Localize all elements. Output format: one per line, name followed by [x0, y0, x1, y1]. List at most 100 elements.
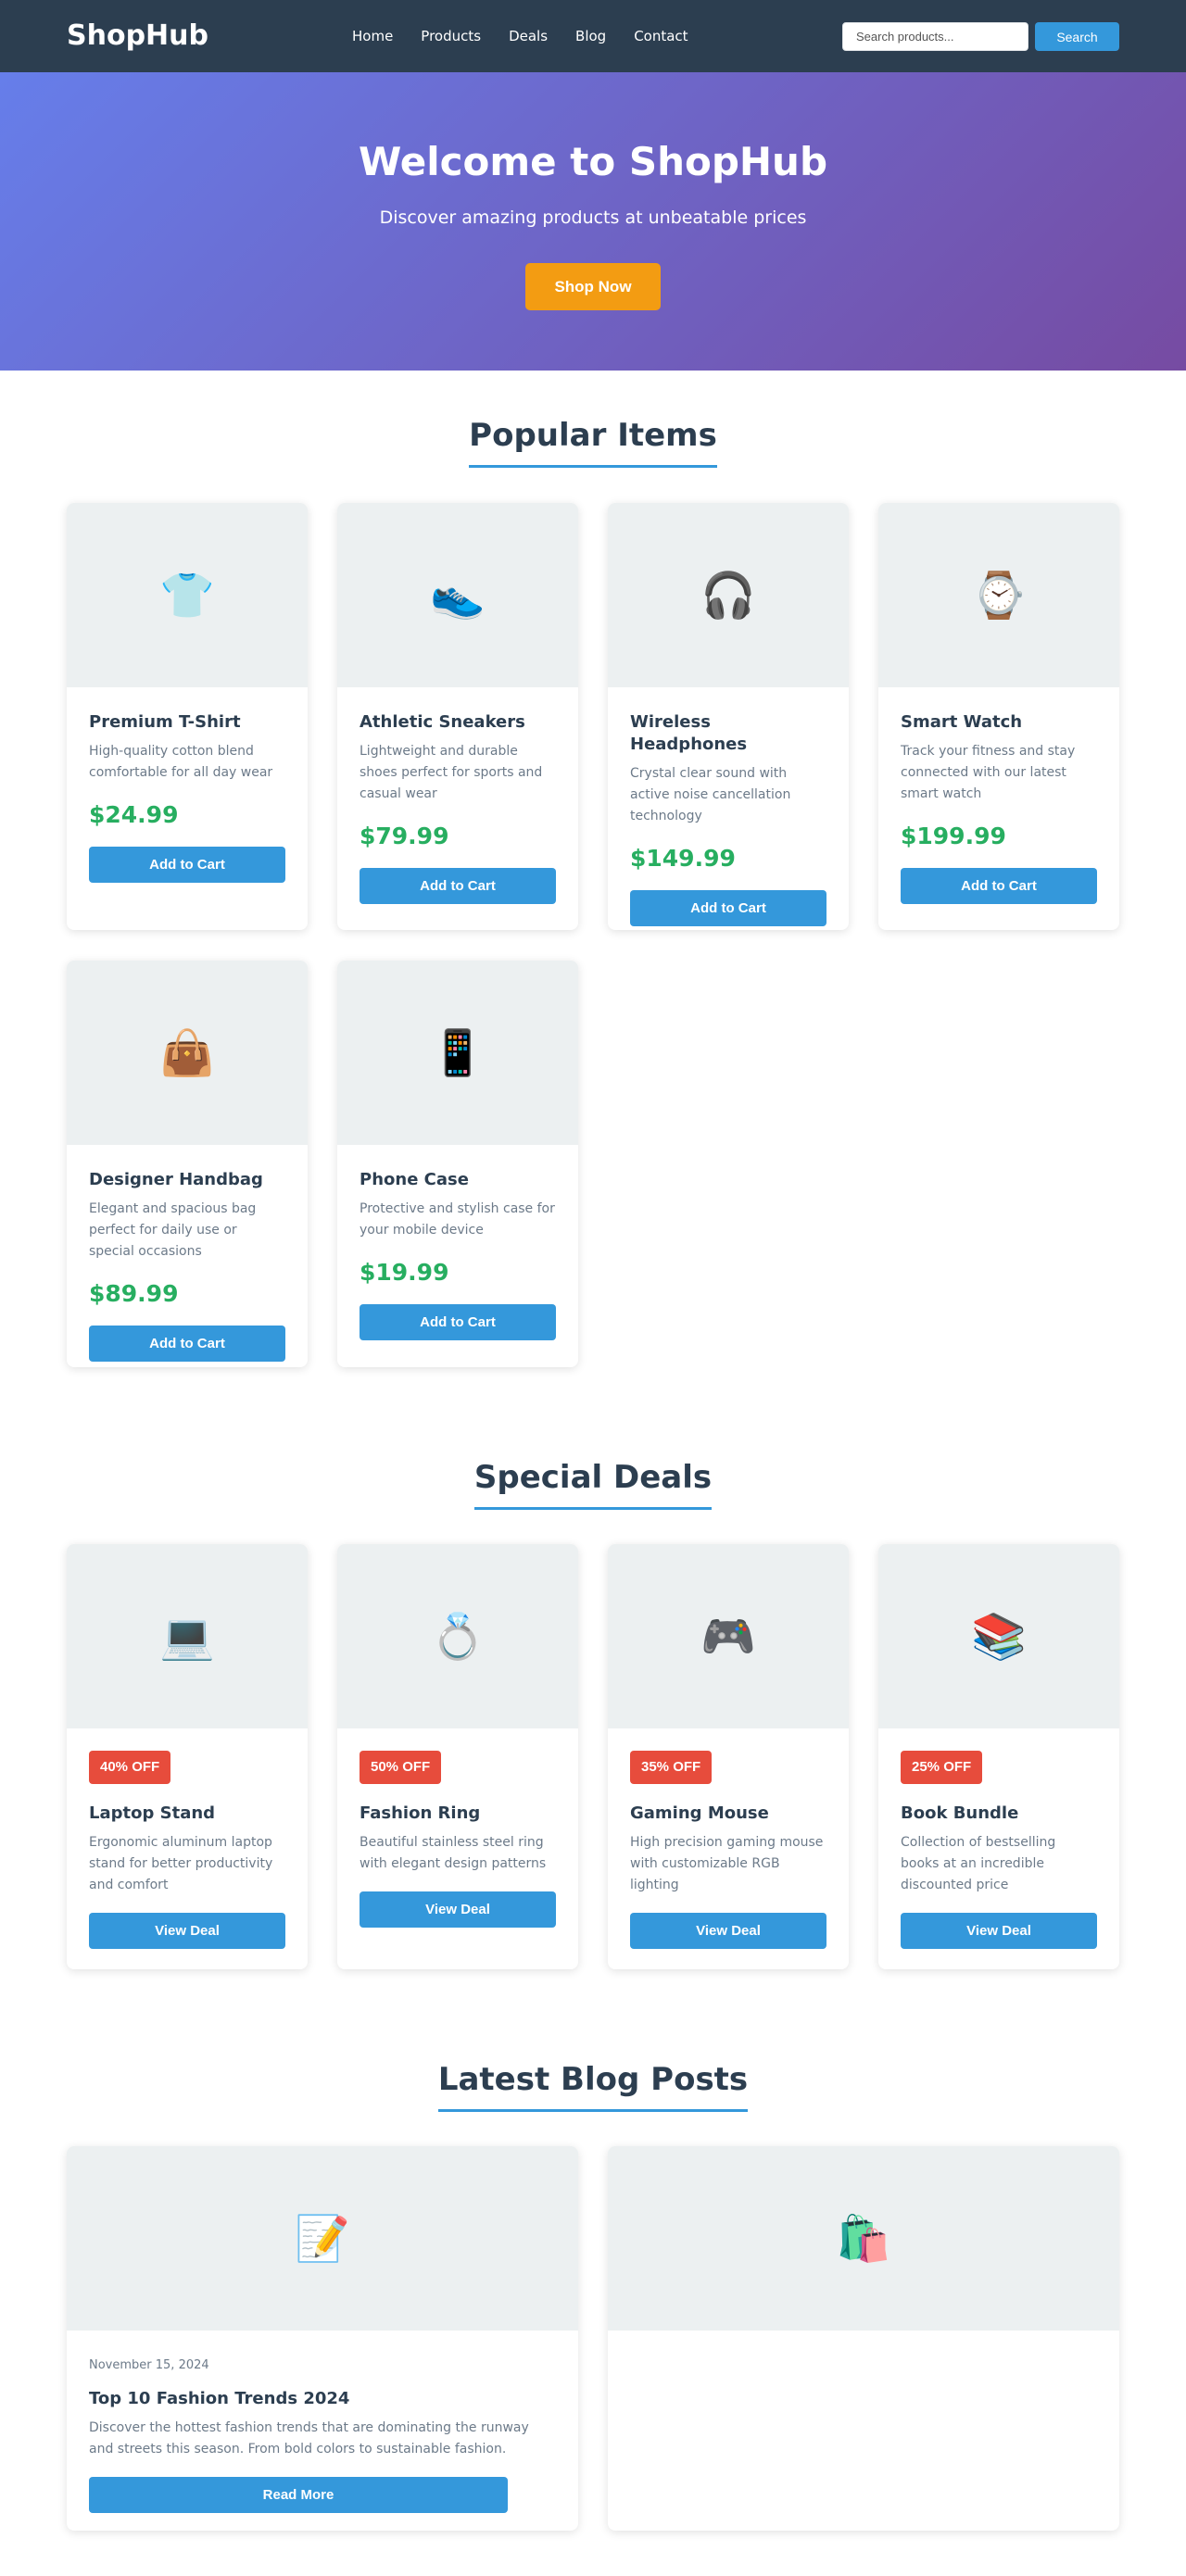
product-price: $19.99: [360, 1259, 449, 1286]
blog-image: 📝: [67, 2146, 578, 2331]
discount-badge: 35% OFF: [630, 1751, 713, 1784]
deal-card: 📚 25% OFF Book Bundle Collection of best…: [878, 1544, 1119, 1969]
view-deal-button[interactable]: View Deal: [89, 1913, 285, 1949]
product-card: 🎧 Wireless Headphones Crystal clear soun…: [608, 503, 849, 930]
deal-description: Beautiful stainless steel ring with eleg…: [360, 1835, 547, 1871]
gamepad-icon: 🎮: [700, 1611, 756, 1663]
site-header: ShopHub Home Products Deals Blog Contact…: [0, 0, 1186, 72]
popular-heading: Popular Items: [469, 415, 717, 468]
blog-post-card: 🛍️: [608, 2146, 1119, 2531]
deal-description: Collection of bestselling books at an in…: [901, 1835, 1056, 1892]
deal-description: High precision gaming mouse with customi…: [630, 1835, 824, 1892]
add-to-cart-button[interactable]: Add to Cart: [630, 890, 826, 926]
deal-card: 💻 40% OFF Laptop Stand Ergonomic aluminu…: [67, 1544, 308, 1969]
add-to-cart-button[interactable]: Add to Cart: [901, 868, 1097, 904]
product-card: 👕 Premium T-Shirt High-quality cotton bl…: [67, 503, 308, 930]
hero-subtitle: Discover amazing products at unbeatable …: [379, 207, 807, 228]
deal-description: Ergonomic aluminum laptop stand for bett…: [89, 1835, 273, 1892]
deals-heading: Special Deals: [473, 1457, 713, 1510]
blog-heading: Latest Blog Posts: [437, 2059, 749, 2112]
product-name: Designer Handbag: [89, 1170, 263, 1189]
product-description: High-quality cotton blend comfortable fo…: [89, 744, 273, 780]
product-price: $89.99: [89, 1280, 179, 1307]
deal-card: 💍 50% OFF Fashion Ring Beautiful stainle…: [337, 1544, 578, 1969]
nav-home[interactable]: Home: [352, 27, 393, 45]
blog-post-card: 📝 November 15, 2024 Top 10 Fashion Trend…: [67, 2146, 578, 2531]
product-image: 👕: [67, 503, 308, 687]
product-description: Elegant and spacious bag perfect for dai…: [89, 1201, 257, 1259]
watch-icon: ⌚: [971, 570, 1027, 622]
deal-name: Gaming Mouse: [630, 1803, 769, 1823]
product-description: Crystal clear sound with active noise ca…: [630, 766, 791, 823]
discount-badge: 40% OFF: [89, 1751, 171, 1784]
site-logo[interactable]: ShopHub: [67, 19, 208, 54]
nav-products[interactable]: Products: [421, 27, 481, 45]
product-image: 🎧: [608, 503, 849, 687]
product-price: $149.99: [630, 845, 736, 872]
product-description: Protective and stylish case for your mob…: [360, 1201, 555, 1238]
product-price: $79.99: [360, 823, 449, 849]
deal-name: Laptop Stand: [89, 1803, 216, 1823]
product-price: $199.99: [901, 823, 1006, 849]
add-to-cart-button[interactable]: Add to Cart: [89, 1326, 285, 1362]
handbag-icon: 👜: [159, 1027, 215, 1079]
product-description: Lightweight and durable shoes perfect fo…: [360, 744, 543, 801]
product-card: 📱 Phone Case Protective and stylish case…: [337, 961, 578, 1367]
t-shirt-icon: 👕: [159, 570, 215, 622]
product-image: ⌚: [878, 503, 1119, 687]
phone-icon: 📱: [430, 1027, 486, 1079]
product-image: 👜: [67, 961, 308, 1145]
laptop-icon: 💻: [159, 1611, 215, 1663]
hero-title: Welcome to ShopHub: [358, 139, 828, 184]
product-price: $24.99: [89, 801, 179, 828]
deal-image: 💍: [337, 1544, 578, 1728]
nav-blog[interactable]: Blog: [575, 27, 606, 45]
view-deal-button[interactable]: View Deal: [630, 1913, 826, 1949]
product-name: Wireless Headphones: [630, 712, 748, 754]
product-description: Track your fitness and stay connected wi…: [901, 744, 1076, 801]
search-button[interactable]: Search: [1035, 22, 1119, 51]
deal-name: Book Bundle: [901, 1803, 1019, 1823]
nav-deals[interactable]: Deals: [509, 27, 548, 45]
deal-image: 📚: [878, 1544, 1119, 1728]
product-name: Phone Case: [360, 1170, 469, 1189]
popular-section-title: Popular Items: [0, 415, 1186, 468]
discount-badge: 25% OFF: [901, 1751, 983, 1784]
blog-date: November 15, 2024: [89, 2358, 209, 2372]
product-image: 📱: [337, 961, 578, 1145]
discount-badge: 50% OFF: [360, 1751, 442, 1784]
product-name: Premium T-Shirt: [89, 712, 241, 732]
blog-image: 🛍️: [608, 2146, 1119, 2331]
nav-contact[interactable]: Contact: [634, 27, 688, 45]
hero-banner: Welcome to ShopHub Discover amazing prod…: [0, 72, 1186, 371]
sneaker-icon: 👟: [430, 570, 486, 622]
product-image: 👟: [337, 503, 578, 687]
read-more-button[interactable]: Read More: [89, 2477, 508, 2513]
product-name: Athletic Sneakers: [360, 712, 525, 732]
books-icon: 📚: [971, 1611, 1027, 1663]
add-to-cart-button[interactable]: Add to Cart: [89, 847, 285, 883]
deals-section-title: Special Deals: [0, 1457, 1186, 1510]
shop-now-button[interactable]: Shop Now: [525, 263, 661, 310]
deal-image: 🎮: [608, 1544, 849, 1728]
deal-card: 🎮 35% OFF Gaming Mouse High precision ga…: [608, 1544, 849, 1969]
view-deal-button[interactable]: View Deal: [360, 1891, 556, 1928]
product-card: 👜 Designer Handbag Elegant and spacious …: [67, 961, 308, 1367]
memo-icon: 📝: [295, 2213, 350, 2265]
blog-excerpt: Discover the hottest fashion trends that…: [89, 2420, 529, 2457]
blog-section-title: Latest Blog Posts: [0, 2059, 1186, 2112]
add-to-cart-button[interactable]: Add to Cart: [360, 1304, 556, 1340]
product-name: Smart Watch: [901, 712, 1023, 732]
main-nav: Home Products Deals Blog Contact: [352, 27, 688, 45]
ring-icon: 💍: [430, 1611, 486, 1663]
add-to-cart-button[interactable]: Add to Cart: [360, 868, 556, 904]
product-card: 👟 Athletic Sneakers Lightweight and dura…: [337, 503, 578, 930]
shopping-bags-icon: 🛍️: [836, 2213, 891, 2265]
view-deal-button[interactable]: View Deal: [901, 1913, 1097, 1949]
search-input[interactable]: [842, 22, 1028, 51]
deal-name: Fashion Ring: [360, 1803, 481, 1823]
headphones-icon: 🎧: [700, 570, 756, 622]
product-card: ⌚ Smart Watch Track your fitness and sta…: [878, 503, 1119, 930]
deal-image: 💻: [67, 1544, 308, 1728]
blog-title[interactable]: Top 10 Fashion Trends 2024: [89, 2388, 556, 2410]
